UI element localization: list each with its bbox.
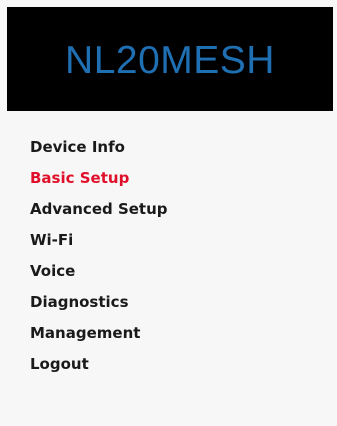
- nav-item-management[interactable]: Management: [30, 326, 168, 341]
- nav-item-diagnostics[interactable]: Diagnostics: [30, 295, 168, 310]
- router-admin-sidebar: NL20MESH Device Info Basic Setup Advance…: [0, 0, 337, 426]
- nav-item-device-info[interactable]: Device Info: [30, 140, 168, 155]
- nav-item-logout[interactable]: Logout: [30, 357, 168, 372]
- nav-item-wifi[interactable]: Wi-Fi: [30, 233, 168, 248]
- brand-title: NL20MESH: [65, 39, 275, 82]
- nav-item-advanced-setup[interactable]: Advanced Setup: [30, 202, 168, 217]
- nav-item-voice[interactable]: Voice: [30, 264, 168, 279]
- main-navigation-menu: Device Info Basic Setup Advanced Setup W…: [30, 140, 168, 388]
- brand-header: NL20MESH: [7, 7, 333, 111]
- nav-item-basic-setup[interactable]: Basic Setup: [30, 171, 168, 186]
